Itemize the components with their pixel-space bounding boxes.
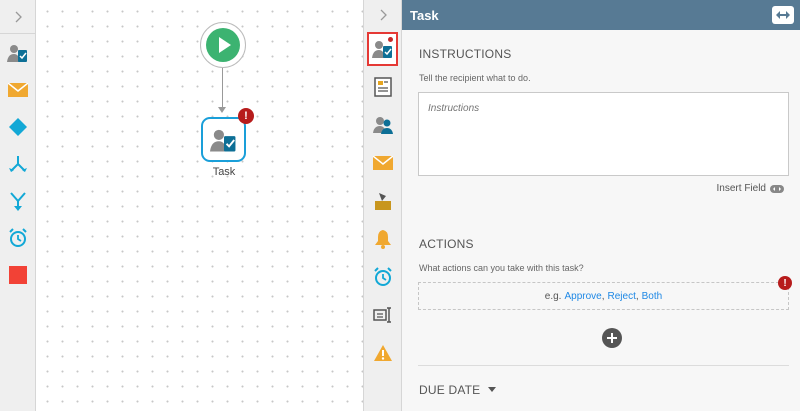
envelope-icon <box>7 82 28 97</box>
actions-dropzone[interactable]: e.g. Approve, Reject, Both <box>418 282 789 310</box>
toolbox-collapse-button[interactable] <box>0 0 35 34</box>
actions-error-badge: ! <box>778 276 792 290</box>
action-example-reject[interactable]: Reject <box>608 291 636 302</box>
plus-icon <box>607 333 617 343</box>
task-user-icon <box>371 41 392 58</box>
instructions-hint: Tell the recipient what to do. <box>419 73 531 83</box>
panel-header: Task <box>402 0 800 30</box>
insert-field-label: Insert Field <box>716 183 766 194</box>
tab-form[interactable] <box>364 68 401 106</box>
envelope-icon <box>372 156 393 170</box>
property-tabs <box>364 0 402 411</box>
email-tool[interactable] <box>0 71 35 108</box>
bell-icon <box>374 230 391 249</box>
task-user-icon <box>6 44 27 62</box>
task-user-icon <box>209 129 235 151</box>
text-field-icon <box>372 307 391 323</box>
due-date-toggle[interactable]: DUE DATE <box>419 383 497 397</box>
tab-timer[interactable] <box>364 258 401 296</box>
tab-participants[interactable] <box>364 106 401 144</box>
decision-tool[interactable] <box>0 108 35 145</box>
start-node[interactable] <box>200 22 246 68</box>
panel-collapse-button[interactable] <box>364 0 401 30</box>
toolbox <box>0 0 36 411</box>
tab-task-properties[interactable] <box>367 32 398 66</box>
expand-arrows-icon <box>776 11 790 19</box>
workflow-canvas[interactable]: ! Task <box>36 0 364 411</box>
chevron-right-icon <box>380 9 387 21</box>
error-dot-icon <box>388 37 393 42</box>
action-example-approve[interactable]: Approve <box>564 291 601 302</box>
action-example-both[interactable]: Both <box>642 291 663 302</box>
task-node[interactable] <box>201 117 246 162</box>
insert-field-icon <box>770 184 784 193</box>
connector-line <box>222 68 223 110</box>
diamond-icon <box>8 117 27 136</box>
section-divider <box>418 365 789 366</box>
tab-text-field[interactable] <box>364 296 401 334</box>
actions-heading: ACTIONS <box>419 237 474 251</box>
split-arrows-icon <box>8 155 27 172</box>
task-node-label: Task <box>212 166 236 178</box>
warning-icon <box>373 345 392 361</box>
actions-example-prefix: e.g. <box>544 290 562 302</box>
panel-title: Task <box>410 7 439 23</box>
properties-panel: Task INSTRUCTIONS Tell the recipient wha… <box>402 0 800 411</box>
inbox-tray-icon <box>374 193 391 210</box>
users-icon <box>372 117 393 134</box>
task-error-badge: ! <box>238 108 254 124</box>
timer-tool[interactable] <box>0 219 35 256</box>
insert-field-button[interactable]: Insert Field <box>717 183 784 194</box>
expand-panel-button[interactable] <box>772 6 794 24</box>
alarm-clock-icon <box>373 267 392 286</box>
connector-arrowhead <box>218 107 226 113</box>
add-action-button[interactable] <box>602 328 622 348</box>
caret-down-icon <box>488 387 497 392</box>
play-icon <box>206 28 240 62</box>
stop-square-icon <box>8 265 27 284</box>
alarm-clock-icon <box>8 227 27 247</box>
merge-arrows-icon <box>9 191 26 211</box>
task-tool[interactable] <box>0 34 35 71</box>
merge-tool[interactable] <box>0 182 35 219</box>
tab-errors[interactable] <box>364 334 401 372</box>
split-tool[interactable] <box>0 145 35 182</box>
chevron-right-icon <box>15 11 22 22</box>
end-tool[interactable] <box>0 256 35 293</box>
tab-notifications[interactable] <box>364 220 401 258</box>
tab-outcome[interactable] <box>364 182 401 220</box>
tab-email[interactable] <box>364 144 401 182</box>
form-icon <box>373 77 392 97</box>
actions-hint: What actions can you take with this task… <box>419 263 584 273</box>
due-date-heading: DUE DATE <box>419 383 481 397</box>
instructions-input[interactable] <box>418 92 789 176</box>
instructions-heading: INSTRUCTIONS <box>419 47 512 61</box>
